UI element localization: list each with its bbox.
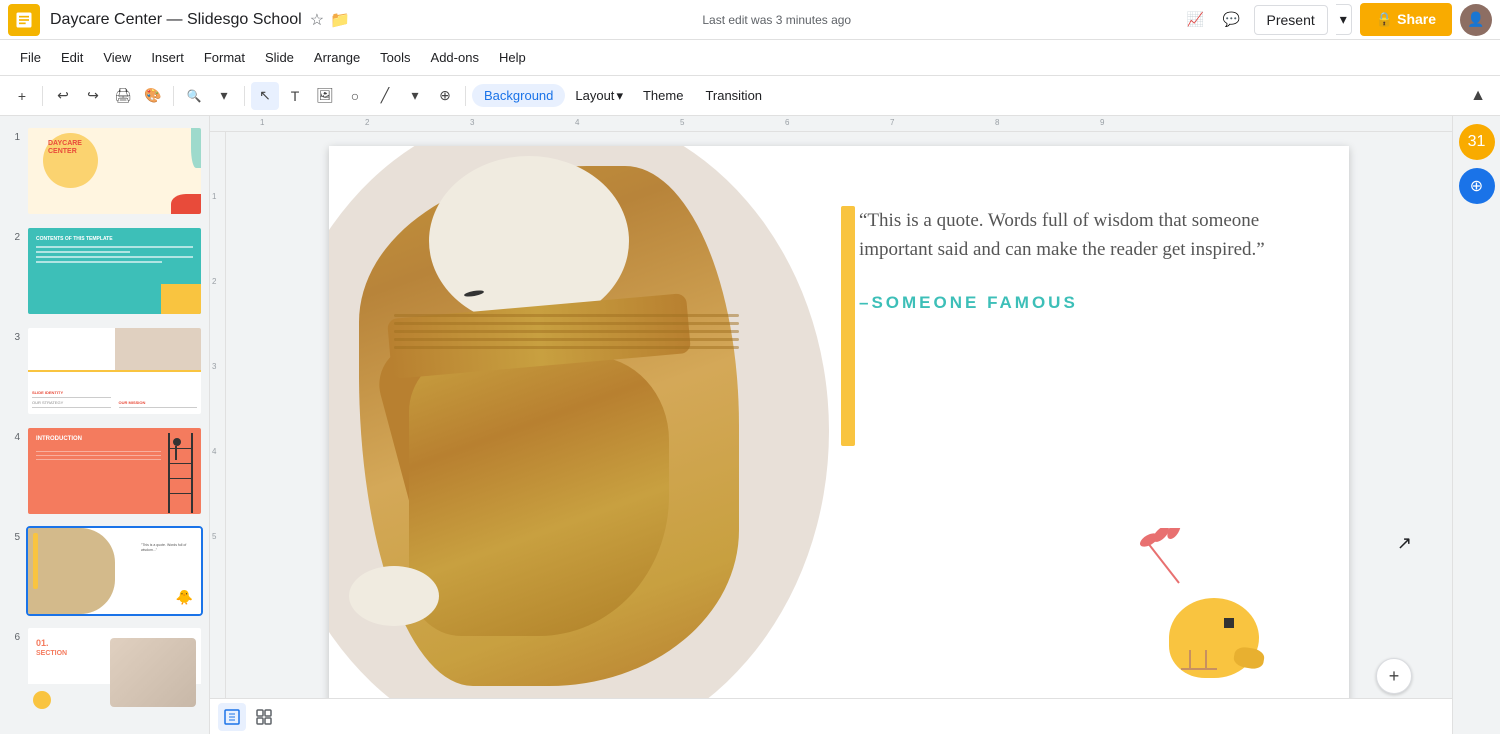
star-icon[interactable]: ☆ [310,10,324,30]
slide-preview-3[interactable]: SLIDE IDENTITY OUR STRATEGY OUR MISSION [26,326,203,416]
collapse-toolbar-button[interactable]: ▲ [1464,82,1492,110]
menu-arrange[interactable]: Arrange [306,46,368,69]
bird-eye [1224,618,1234,628]
quote-section: “This is a quote. Words full of wisdom t… [859,206,1289,313]
line-dropdown[interactable]: ▾ [401,82,429,110]
slide-preview-5[interactable]: "This is a quote. Words full of wisdom..… [26,526,203,616]
menu-file[interactable]: File [12,46,49,69]
folder-icon[interactable]: 📁 [330,10,350,30]
explore-icon[interactable]: ⊕ [1459,168,1495,204]
menu-format[interactable]: Format [196,46,253,69]
canvas-area: 1 2 3 4 5 6 7 8 9 1 2 3 4 5 [210,116,1452,734]
quote-text: “This is a quote. Words full of wisdom t… [859,206,1289,265]
menu-help[interactable]: Help [491,46,534,69]
menu-edit[interactable]: Edit [53,46,91,69]
slide-thumbnail-2[interactable]: 2 CONTENTS OF THIS TEMPLATE [4,224,205,318]
toolbar: + ↩ ↪ 🖨 🎨 🔍 ▾ ↖ T 🖼 ○ ╱ ▾ ⊕ Background L… [0,76,1500,116]
slide-canvas[interactable]: “This is a quote. Words full of wisdom t… [329,146,1349,720]
theme-button[interactable]: Theme [633,84,693,107]
comment-icon[interactable]: 💬 [1218,6,1246,34]
slide-thumbnail-5[interactable]: 5 "This is a quote. Words full of wisdom… [4,524,205,618]
text-tool[interactable]: T [281,82,309,110]
vertical-ruler: 1 2 3 4 5 [210,132,226,734]
slide-thumbnail-6[interactable]: 6 01. SECTION [4,624,205,718]
toolbar-separator-1 [42,86,43,106]
horizontal-ruler: 1 2 3 4 5 6 7 8 9 [210,116,1452,132]
add-button[interactable]: + [8,82,36,110]
slide-preview-4[interactable]: INTRODUCTION [26,426,203,516]
layout-button[interactable]: Layout ▾ [567,84,631,108]
toy-image-area [329,146,819,720]
image-tool[interactable]: 🖼 [311,82,339,110]
view-grid-button[interactable] [250,703,278,731]
monkey-paw [349,566,439,626]
slide-thumbnail-4[interactable]: 4 INTRODUCTION [4,424,205,518]
paint-format-button[interactable]: 🎨 [139,82,167,110]
print-button[interactable]: 🖨 [109,82,137,110]
toolbar-separator-4 [465,86,466,106]
right-title-actions: 📈 💬 Present ▾ 🔒 Share 👤 [1182,3,1493,36]
undo-button[interactable]: ↩ [49,82,77,110]
menu-bar: File Edit View Insert Format Slide Arran… [0,40,1500,76]
zoom-dropdown[interactable]: ▾ [210,82,238,110]
title-bar: Daycare Center — Slidesgo School ☆ 📁 Las… [0,0,1500,40]
view-list-button[interactable] [218,703,246,731]
monkey-eye-left [464,289,485,297]
avatar[interactable]: 👤 [1460,4,1492,36]
menu-view[interactable]: View [95,46,139,69]
toolbar-separator-3 [244,86,245,106]
slide-thumbnail-3[interactable]: 3 SLIDE IDENTITY OUR STRATEGY OUR MISSIO… [4,324,205,418]
doc-title: Daycare Center — Slidesgo School [50,11,302,29]
slide-thumbnail-1[interactable]: 1 DAYCARECENTER [4,124,205,218]
menu-slide[interactable]: Slide [257,46,302,69]
zoom-out-button[interactable]: 🔍 [180,82,208,110]
analytics-icon[interactable]: 📈 [1182,6,1210,34]
background-button[interactable]: Background [472,84,565,107]
bird-wing [1232,646,1265,671]
shape-tool[interactable]: ○ [341,82,369,110]
add-slide-float-button[interactable]: + [1376,658,1412,694]
monkey-lower [409,356,669,636]
redo-button[interactable]: ↪ [79,82,107,110]
slides-sidebar: 1 DAYCARECENTER 2 CONTENTS OF THIS TEMPL… [0,116,210,734]
calendar-icon[interactable]: 31 [1459,124,1495,160]
quote-author: –SOMEONE FAMOUS [859,293,1289,313]
quote-bar [841,206,855,446]
share-button[interactable]: 🔒 Share [1360,3,1452,36]
present-button[interactable]: Present [1254,5,1328,35]
last-edit-text: Last edit was 3 minutes ago [702,13,851,27]
menu-insert[interactable]: Insert [143,46,192,69]
slide-preview-2[interactable]: CONTENTS OF THIS TEMPLATE [26,226,203,316]
menu-addons[interactable]: Add-ons [423,46,487,69]
transition-button[interactable]: Transition [695,84,772,107]
bird-illustration [1169,568,1259,670]
main-area: 1 DAYCARECENTER 2 CONTENTS OF THIS TEMPL… [0,116,1500,734]
slide-preview-1[interactable]: DAYCARECENTER [26,126,203,216]
slide-preview-6[interactable]: 01. SECTION [26,626,203,716]
toolbar-separator-2 [173,86,174,106]
bird-body [1169,598,1259,678]
present-dropdown[interactable]: ▾ [1336,4,1352,35]
cursor-tool[interactable]: ↖ [251,82,279,110]
insert-extra[interactable]: ⊕ [431,82,459,110]
menu-tools[interactable]: Tools [372,46,418,69]
line-tool[interactable]: ╱ [371,82,399,110]
right-panel: 31 ⊕ [1452,116,1500,734]
cursor-indicator: ↗ [1397,533,1412,554]
canvas-scroll: 1 2 3 4 5 [210,132,1452,734]
app-icon [8,4,40,36]
